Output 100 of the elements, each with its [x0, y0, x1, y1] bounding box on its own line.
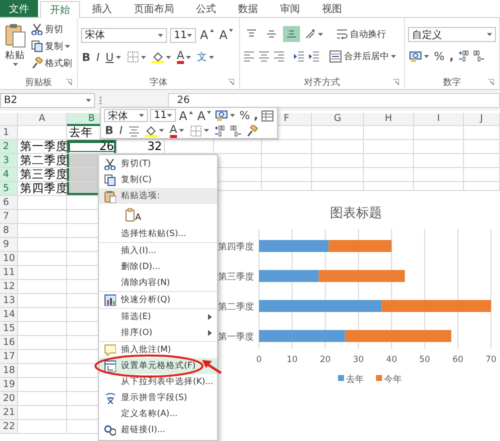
ribbon-tab[interactable]: 插入 [82, 0, 122, 17]
table-cell [414, 154, 464, 168]
cut-button[interactable]: 剪切 [30, 21, 73, 37]
chart-title: 图表标题 [330, 206, 382, 221]
submenu-arrow-icon [208, 314, 212, 320]
caret-icon [86, 99, 91, 102]
ribbon-tab[interactable]: 页面布局 [124, 0, 184, 17]
font-size-field[interactable]: 11 [150, 109, 176, 122]
font-size-field[interactable]: 11 [170, 28, 196, 42]
decrease-indent-icon[interactable] [293, 50, 305, 62]
number-format-field[interactable]: 自定义 [408, 27, 496, 42]
dialog-launcher-icon[interactable] [393, 79, 399, 85]
decrease-decimal-icon[interactable] [472, 50, 485, 62]
phonetic-button[interactable]: 文 [196, 49, 216, 65]
shrink-font-button[interactable]: A [218, 27, 234, 43]
font-color-button[interactable]: A [168, 124, 186, 138]
brush-icon[interactable] [246, 124, 258, 136]
submenu-arrow-icon [208, 330, 212, 336]
file-tab[interactable]: 文件 [0, 0, 38, 17]
menu-item[interactable]: 剪切(T) [99, 156, 217, 172]
row-header: 10 [0, 252, 18, 266]
ribbon-tab[interactable]: 审阅 [270, 0, 310, 17]
row-header: 13 [0, 294, 18, 308]
group-label: 对齐方式 [304, 76, 340, 88]
shrink-font-button[interactable]: A [196, 108, 212, 122]
menu-item[interactable]: 排序(O) [99, 325, 217, 341]
paste-button[interactable]: 粘贴 [3, 21, 27, 75]
table-cell [312, 154, 364, 168]
increase-indent-icon[interactable] [308, 50, 320, 62]
formula-field[interactable]: 26 [168, 93, 500, 108]
row-header: 5 [0, 182, 18, 196]
font-color-button[interactable]: A [176, 49, 192, 65]
bold-button[interactable]: B [81, 49, 92, 65]
fill-color-button[interactable] [144, 124, 165, 138]
increase-decimal-icon[interactable] [214, 124, 226, 136]
menu-item[interactable]: 清除内容(N) [99, 275, 217, 291]
row-header: 3 [0, 154, 18, 168]
menu-item[interactable]: 复制(C) [99, 172, 217, 188]
menu-item[interactable]: 选择性粘贴(S)... [99, 226, 217, 242]
table-cell [262, 154, 312, 168]
dialog-launcher-icon[interactable] [488, 79, 494, 85]
caret-icon [12, 63, 18, 66]
menu-item[interactable]: 超链接(I)... [99, 422, 217, 438]
ribbon-tab[interactable]: 开始 [40, 1, 80, 18]
percent-button[interactable]: % [238, 108, 251, 122]
align-center-icon[interactable] [258, 50, 270, 62]
menu-item[interactable]: 删除(D)... [99, 259, 217, 275]
table-cell [18, 364, 67, 378]
copy-button[interactable]: 复制 [30, 38, 73, 54]
chart-bar [328, 240, 392, 252]
font-name-field[interactable]: 宋体 [104, 109, 148, 122]
menu-item[interactable]: 从下拉列表中选择(K)... [99, 374, 217, 390]
dialog-launcher-icon[interactable] [66, 79, 72, 85]
wrap-icon [336, 28, 348, 40]
comma-button[interactable]: , [252, 108, 260, 122]
name-box[interactable]: B2 [0, 93, 95, 108]
menu-item[interactable]: 插入(I)... [99, 242, 217, 259]
grow-font-button[interactable]: A [199, 27, 216, 43]
font-name-field[interactable]: 宋体 [81, 28, 167, 42]
italic-button[interactable]: I [118, 124, 124, 138]
ribbon-tab[interactable]: 公式 [186, 0, 226, 17]
increase-decimal-icon[interactable] [458, 50, 470, 62]
column-header: H [364, 113, 414, 126]
clipboard-icon [125, 208, 135, 222]
group-label: 数字 [443, 76, 461, 88]
align-right-icon[interactable] [273, 50, 285, 62]
borders-button[interactable] [189, 124, 210, 138]
accounting-format-button[interactable] [214, 108, 236, 122]
underline-button[interactable]: U [104, 49, 122, 65]
ribbon-tab[interactable]: 数据 [228, 0, 268, 17]
menu-item[interactable]: 快速分析(Q) [99, 291, 217, 308]
comma-button[interactable]: , [448, 48, 455, 64]
align-center-icon[interactable] [128, 124, 140, 136]
align-left-icon[interactable] [243, 50, 255, 62]
bottom-align-button[interactable] [283, 26, 300, 42]
grow-font-button[interactable]: A [178, 108, 194, 122]
format-painter-button[interactable]: 格式刷 [30, 55, 73, 71]
row-header: 22 [0, 420, 18, 434]
italic-button[interactable]: I [95, 49, 101, 65]
merge-center-button[interactable]: 合并后居中 [328, 48, 397, 64]
decrease-decimal-icon[interactable] [230, 124, 242, 136]
tick-label: 20 [320, 355, 331, 365]
money-icon [409, 50, 422, 62]
borders-button[interactable] [126, 49, 147, 65]
percent-button[interactable]: % [433, 48, 446, 64]
ribbon-tab[interactable]: 视图 [312, 0, 352, 17]
row-header: 21 [0, 406, 18, 420]
dialog-launcher-icon[interactable] [228, 79, 234, 85]
bold-button[interactable]: B [104, 124, 114, 138]
wrap-text-button[interactable]: 自动换行 [335, 26, 387, 42]
column-header: I [414, 113, 464, 126]
row-header: 8 [0, 224, 18, 238]
menu-item[interactable]: 显示拼音字段(S) [99, 390, 217, 406]
paste-option-button[interactable]: A [99, 204, 217, 226]
scissors-icon [31, 23, 43, 35]
table-icon[interactable] [261, 110, 274, 122]
cell-format-icon [104, 360, 116, 372]
table-cell [18, 392, 67, 406]
menu-item[interactable]: 定义名称(A)... [99, 406, 217, 422]
menu-item[interactable]: 筛选(E) [99, 308, 217, 325]
